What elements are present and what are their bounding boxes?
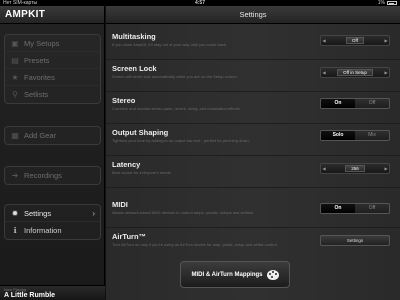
setting-multitasking: Multitasking If you close AmpKit, it'll … (106, 32, 400, 60)
setting-screen-lock: Screen Lock Screen will never lock autom… (106, 64, 400, 92)
sidebar-item-favorites[interactable]: ★ Favorites (5, 69, 100, 86)
settings-panel: Settings Multitasking If you close AmpKi… (106, 6, 400, 300)
sidebar-item-label: Add Gear (24, 131, 57, 140)
sidebar-item-label: Settings (24, 208, 52, 218)
airturn-settings-button[interactable]: Settings (320, 235, 390, 246)
sidebar-item-presets[interactable]: ▤ Presets (5, 52, 100, 69)
decrement-arrow-icon[interactable]: ◀ (321, 166, 327, 171)
chevron-right-icon: › (92, 208, 95, 218)
sidebar-item-recordings[interactable]: ➜ Recordings (5, 167, 100, 184)
toggle-option-mix[interactable]: Mix (355, 131, 389, 140)
decrement-arrow-icon[interactable]: ◀ (321, 38, 327, 43)
toggle-option-on[interactable]: On (321, 99, 355, 108)
setting-description: Screen will never lock automatically whi… (112, 74, 238, 79)
setting-description: Tightens your tone by adding in an outpu… (112, 138, 250, 143)
button-label: MIDI & AirTurn Mappings (191, 271, 263, 278)
sidebar-item-label: Setlists (24, 90, 49, 99)
increment-arrow-icon[interactable]: ▶ (383, 38, 389, 43)
setting-description: If you close AmpKit, it'll stay out of y… (112, 42, 228, 47)
sidebar-item-label: Information (24, 226, 62, 235)
now-playing-bar[interactable]: Now Playing A Little Rumble (0, 285, 105, 300)
screen-lock-stepper[interactable]: ◀ Off in Setup ▶ (320, 67, 390, 78)
sidebar-item-information[interactable]: ℹ Information (5, 222, 100, 239)
recording-icon: ➜ (11, 171, 19, 180)
stereo-toggle[interactable]: On Off (320, 98, 390, 109)
add-gear-icon: ▦ (11, 131, 19, 140)
midi-toggle[interactable]: On Off (320, 203, 390, 214)
midi-airturn-mappings-button[interactable]: MIDI & AirTurn Mappings (180, 261, 290, 288)
sidebar-item-label: Recordings (24, 171, 62, 180)
battery-icon (387, 1, 397, 5)
palette-icon (266, 269, 279, 280)
toggle-option-solo[interactable]: Solo (321, 131, 355, 140)
setlist-icon: ⚲ (12, 90, 18, 99)
stepper-value: Off (346, 37, 364, 44)
setting-midi: MIDI Allows network-based MIDI devices t… (106, 200, 400, 228)
brand-bar: AMPKIT (0, 6, 104, 24)
presets-icon: ▤ (11, 55, 19, 65)
decrement-arrow-icon[interactable]: ◀ (321, 70, 327, 75)
increment-arrow-icon[interactable]: ▶ (383, 70, 389, 75)
app-group: ✹ Settings › ℹ Information (4, 204, 101, 240)
sidebar-item-add-gear[interactable]: ▦ Add Gear (5, 127, 100, 144)
latency-stepper[interactable]: ◀ 256 ▶ (320, 163, 390, 174)
sidebar-item-setlists[interactable]: ⚲ Setlists (5, 86, 100, 103)
sidebar: AMPKIT ▣ My Setups ▤ Presets ★ Favorites… (0, 6, 105, 300)
toggle-option-on[interactable]: On (321, 204, 355, 213)
output-shaping-toggle[interactable]: Solo Mix (320, 130, 390, 141)
increment-arrow-icon[interactable]: ▶ (383, 166, 389, 171)
sidebar-item-label: Presets (24, 55, 50, 65)
setting-description: Combine and records stereo pairs, reverb… (112, 106, 241, 111)
sidebar-item-my-setups[interactable]: ▣ My Setups (5, 35, 100, 52)
stepper-value: 256 (345, 165, 365, 172)
toggle-option-off[interactable]: Off (355, 99, 389, 108)
multitasking-stepper[interactable]: ◀ Off ▶ (320, 35, 390, 46)
setting-description: Best choice for everyone's needs. (112, 170, 172, 175)
setting-stereo: Stereo Combine and records stereo pairs,… (106, 96, 400, 124)
setting-output-shaping: Output Shaping Tightens your tone by add… (106, 128, 400, 156)
star-icon: ★ (11, 72, 19, 82)
folder-icon: ▣ (11, 38, 19, 48)
now-playing-preset: A Little Rumble (4, 292, 56, 299)
recordings-group: ➜ Recordings (4, 166, 101, 185)
stepper-value: Off in Setup (337, 69, 373, 76)
sidebar-item-label: My Setups (24, 38, 60, 48)
info-icon: ℹ (13, 226, 17, 235)
setting-latency: Latency Best choice for everyone's needs… (106, 160, 400, 188)
app-logo: AMPKIT (5, 9, 46, 20)
library-group: ▣ My Setups ▤ Presets ★ Favorites ⚲ Setl… (4, 34, 101, 104)
setting-description: Turn AirTurn on only if you're using an … (112, 242, 278, 247)
setting-airturn: AirTurn™ Turn AirTurn on only if you're … (106, 232, 400, 258)
sidebar-item-settings[interactable]: ✹ Settings › (5, 205, 100, 222)
toggle-option-off[interactable]: Off (355, 204, 389, 213)
gear-icon: ✹ (11, 208, 19, 218)
setting-description: Allows network-based MIDI devices to con… (112, 210, 254, 215)
gear-group: ▦ Add Gear (4, 126, 101, 145)
page-title: Settings (106, 6, 400, 24)
sidebar-item-label: Favorites (24, 72, 55, 82)
